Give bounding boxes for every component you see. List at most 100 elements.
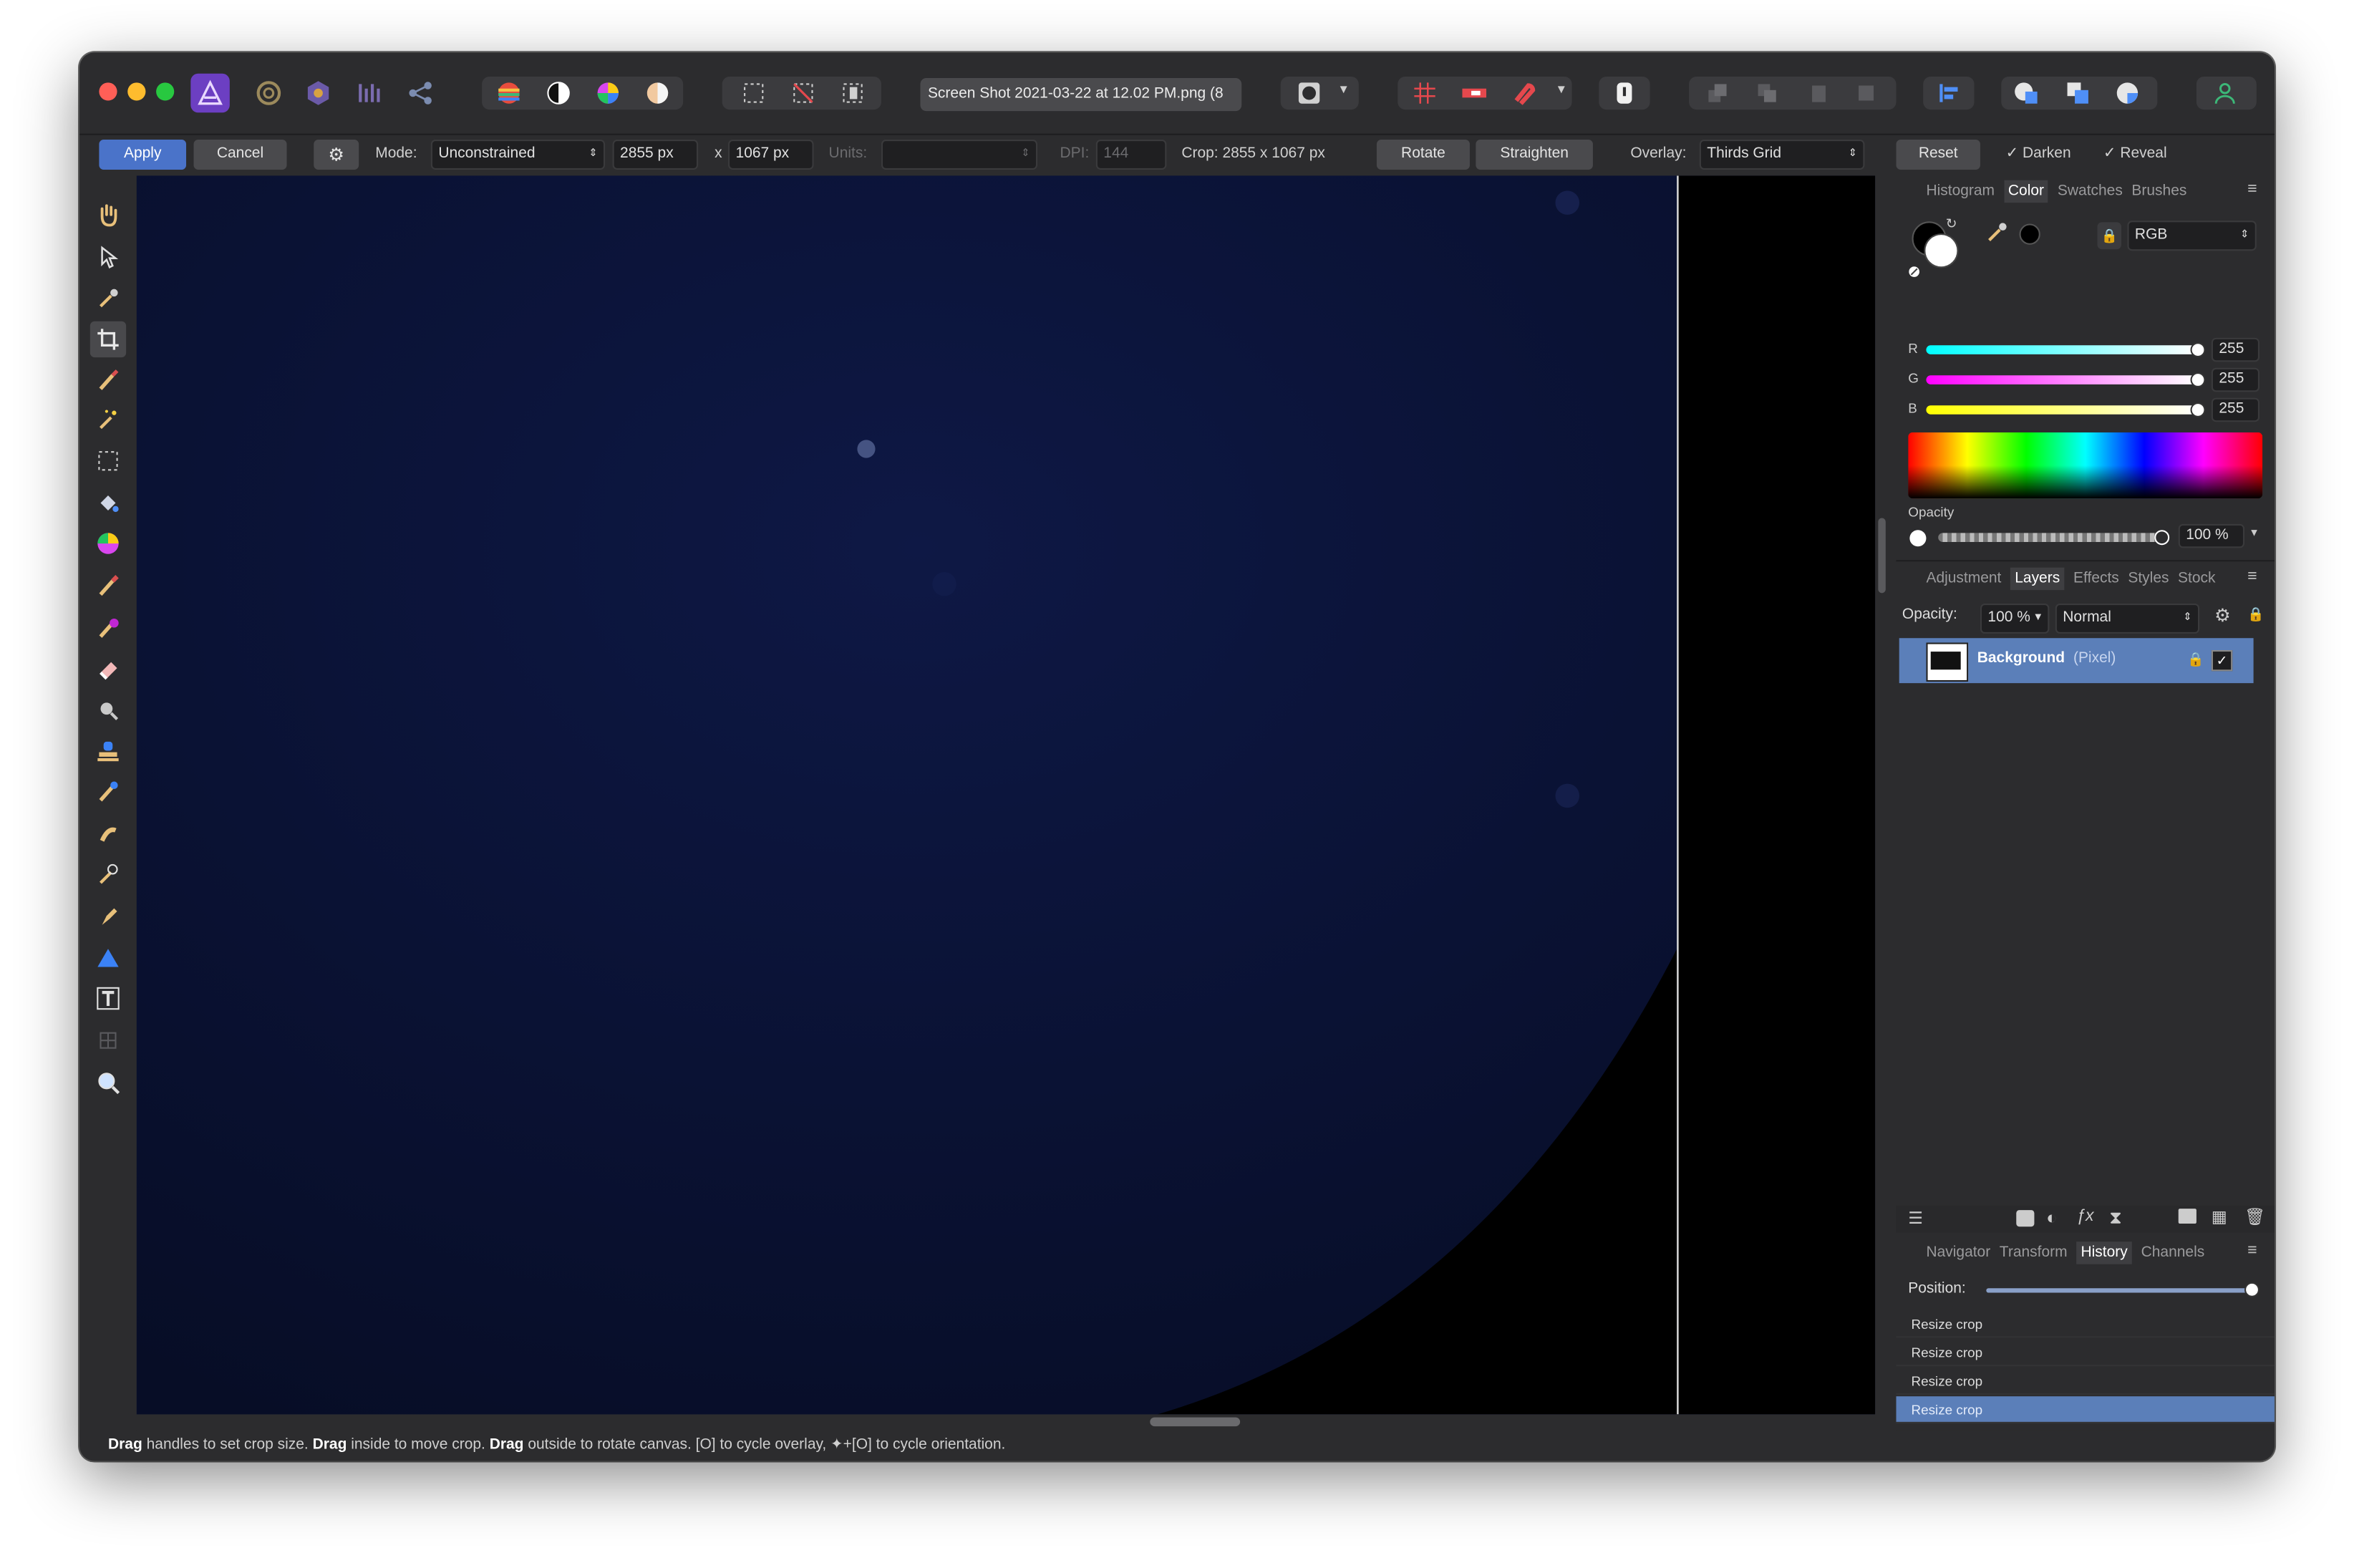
trash-icon[interactable]: 🗑 xyxy=(2244,1207,2265,1226)
opacity-slider[interactable] xyxy=(1938,533,2161,543)
tab-transform[interactable]: Transform xyxy=(2000,1244,2068,1261)
context-toolbar-info-icon[interactable] xyxy=(1605,75,1645,111)
smudge-tool-icon[interactable] xyxy=(90,816,126,851)
move-to-back-icon[interactable] xyxy=(1698,75,1738,111)
assistant-icon[interactable] xyxy=(1455,75,1494,111)
tab-swatches[interactable]: Swatches xyxy=(2058,183,2123,200)
tab-layers[interactable]: Layers xyxy=(2010,567,2065,591)
auto-levels-icon[interactable] xyxy=(490,75,529,111)
history-item[interactable]: Resize crop xyxy=(1896,1340,2275,1367)
tab-styles[interactable]: Styles xyxy=(2128,571,2169,587)
mode-select[interactable]: Unconstrained ⇕ xyxy=(430,140,606,170)
pixel-layer-icon[interactable]: ▦ xyxy=(2212,1207,2227,1226)
export-persona-icon[interactable] xyxy=(401,75,440,111)
rotate-button[interactable]: Rotate xyxy=(1376,140,1470,170)
gradient-tool-icon[interactable] xyxy=(90,526,126,561)
channel-r-value[interactable]: 255 xyxy=(2211,337,2259,362)
auto-white-balance-icon[interactable] xyxy=(638,75,677,111)
horizontal-scrollbar[interactable] xyxy=(1150,1417,1241,1427)
tab-stock[interactable]: Stock xyxy=(2178,571,2215,587)
paint-brush-tool-icon[interactable] xyxy=(90,568,126,604)
minimize-window-button[interactable] xyxy=(127,82,146,101)
channel-r-knob[interactable] xyxy=(2190,342,2206,358)
crop-settings-button[interactable]: ⚙ xyxy=(314,140,359,170)
auto-colors-icon[interactable] xyxy=(588,75,628,111)
quick-mask-dropdown-icon[interactable]: ▼ xyxy=(1337,82,1350,96)
move-tool-icon[interactable] xyxy=(90,238,126,274)
layer-lock-icon[interactable]: 🔒 xyxy=(2247,606,2265,623)
straighten-button[interactable]: Straighten xyxy=(1476,140,1593,170)
layer-settings-gear-icon[interactable]: ⚙ xyxy=(2214,605,2231,626)
zoom-window-button[interactable] xyxy=(156,82,175,101)
red-eye-tool-icon[interactable] xyxy=(90,856,126,891)
dpi-field[interactable]: 144 xyxy=(1095,140,1167,170)
reset-button[interactable]: Reset xyxy=(1896,140,1980,170)
panel-menu-icon[interactable]: ≡ xyxy=(2247,568,2257,586)
hand-tool-icon[interactable] xyxy=(90,197,126,233)
tab-channels[interactable]: Channels xyxy=(2141,1244,2205,1261)
color-picker-tool-icon[interactable] xyxy=(90,281,126,316)
move-forward-icon[interactable] xyxy=(1797,75,1836,111)
snapping-magnet-icon[interactable] xyxy=(1504,75,1544,111)
auto-contrast-icon[interactable] xyxy=(539,75,578,111)
color-replacement-tool-icon[interactable] xyxy=(90,609,126,645)
shape-tool-icon[interactable] xyxy=(90,940,126,976)
channel-g-value[interactable]: 255 xyxy=(2211,367,2259,392)
opacity-dropdown-icon[interactable]: ▼ xyxy=(2249,528,2259,539)
vertical-scrollbar[interactable] xyxy=(1878,518,1886,594)
tab-history[interactable]: History xyxy=(2076,1242,2133,1264)
history-position-slider[interactable] xyxy=(1986,1288,2251,1293)
snapping-dropdown-icon[interactable]: ▼ xyxy=(1555,82,1567,96)
panel-menu-icon[interactable]: ≡ xyxy=(2247,1242,2257,1259)
layer-visibility-checkbox[interactable]: ✓ xyxy=(2211,650,2233,672)
crop-tool-icon[interactable] xyxy=(89,321,127,358)
layers-stack-icon[interactable]: ☰ xyxy=(1908,1209,1923,1228)
tab-adjustment[interactable]: Adjustment xyxy=(1926,571,2001,587)
swap-colors-icon[interactable]: ↻ xyxy=(1946,216,1957,233)
layer-locked-icon[interactable]: 🔒 xyxy=(2187,652,2204,668)
invert-selection-icon[interactable] xyxy=(833,75,873,111)
layer-opacity-field[interactable]: 100 % ▼ xyxy=(1980,603,2050,634)
crop-width-field[interactable]: 2855 px xyxy=(612,140,699,170)
channel-r-slider[interactable] xyxy=(1926,345,2196,354)
live-filter-icon[interactable]: ⧗ xyxy=(2109,1207,2122,1229)
darken-checkbox[interactable]: ✓ Darken xyxy=(2006,140,2071,170)
healing-brush-tool-icon[interactable] xyxy=(90,773,126,809)
align-icon[interactable] xyxy=(1929,75,1969,111)
user-account-icon[interactable] xyxy=(2205,75,2244,111)
eyedropper-icon[interactable] xyxy=(1985,221,2009,245)
photo-persona-icon[interactable] xyxy=(190,73,230,113)
channel-b-value[interactable]: 255 xyxy=(2211,397,2259,422)
tab-navigator[interactable]: Navigator xyxy=(1926,1244,1990,1261)
history-item[interactable]: Resize crop xyxy=(1896,1311,2275,1338)
grid-icon[interactable] xyxy=(1405,75,1445,111)
crop-height-field[interactable]: 1067 px xyxy=(728,140,814,170)
opacity-knob[interactable] xyxy=(2154,530,2170,546)
panel-menu-icon[interactable]: ≡ xyxy=(2247,180,2257,198)
tab-effects[interactable]: Effects xyxy=(2073,571,2119,587)
move-to-front-icon[interactable] xyxy=(1846,75,1886,111)
channel-g-knob[interactable] xyxy=(2190,372,2206,388)
select-all-icon[interactable] xyxy=(734,75,773,111)
history-item-selected[interactable]: Resize crop xyxy=(1896,1396,2275,1423)
close-window-button[interactable] xyxy=(99,82,117,101)
add-shapes-icon[interactable] xyxy=(2007,75,2047,111)
tab-brushes[interactable]: Brushes xyxy=(2131,183,2186,200)
document-title[interactable]: Screen Shot 2021-03-22 at 12.02 PM.png (… xyxy=(920,78,1242,112)
cancel-button[interactable]: Cancel xyxy=(193,140,287,170)
marquee-tool-icon[interactable] xyxy=(90,443,126,479)
tone-mapping-persona-icon[interactable] xyxy=(350,75,389,111)
adjustment-layer-icon[interactable]: ◐ xyxy=(2046,1207,2057,1228)
group-folder-icon[interactable] xyxy=(2178,1209,2196,1224)
units-select[interactable]: ⇕ xyxy=(881,140,1038,170)
selection-brush-tool-icon[interactable] xyxy=(90,362,126,397)
develop-persona-icon[interactable] xyxy=(299,75,338,111)
lock-icon[interactable]: 🔒 xyxy=(2097,222,2122,250)
erase-tool-icon[interactable] xyxy=(90,650,126,686)
clone-tool-icon[interactable] xyxy=(90,732,126,768)
color-model-select[interactable]: RGB ⇕ xyxy=(2127,221,2257,251)
opacity-value[interactable]: 100 % xyxy=(2178,523,2245,548)
layer-row-background[interactable]: Background (Pixel) 🔒 ✓ xyxy=(1899,638,2254,684)
tab-color[interactable]: Color xyxy=(2003,180,2049,203)
quick-mask-icon[interactable] xyxy=(1289,75,1329,111)
